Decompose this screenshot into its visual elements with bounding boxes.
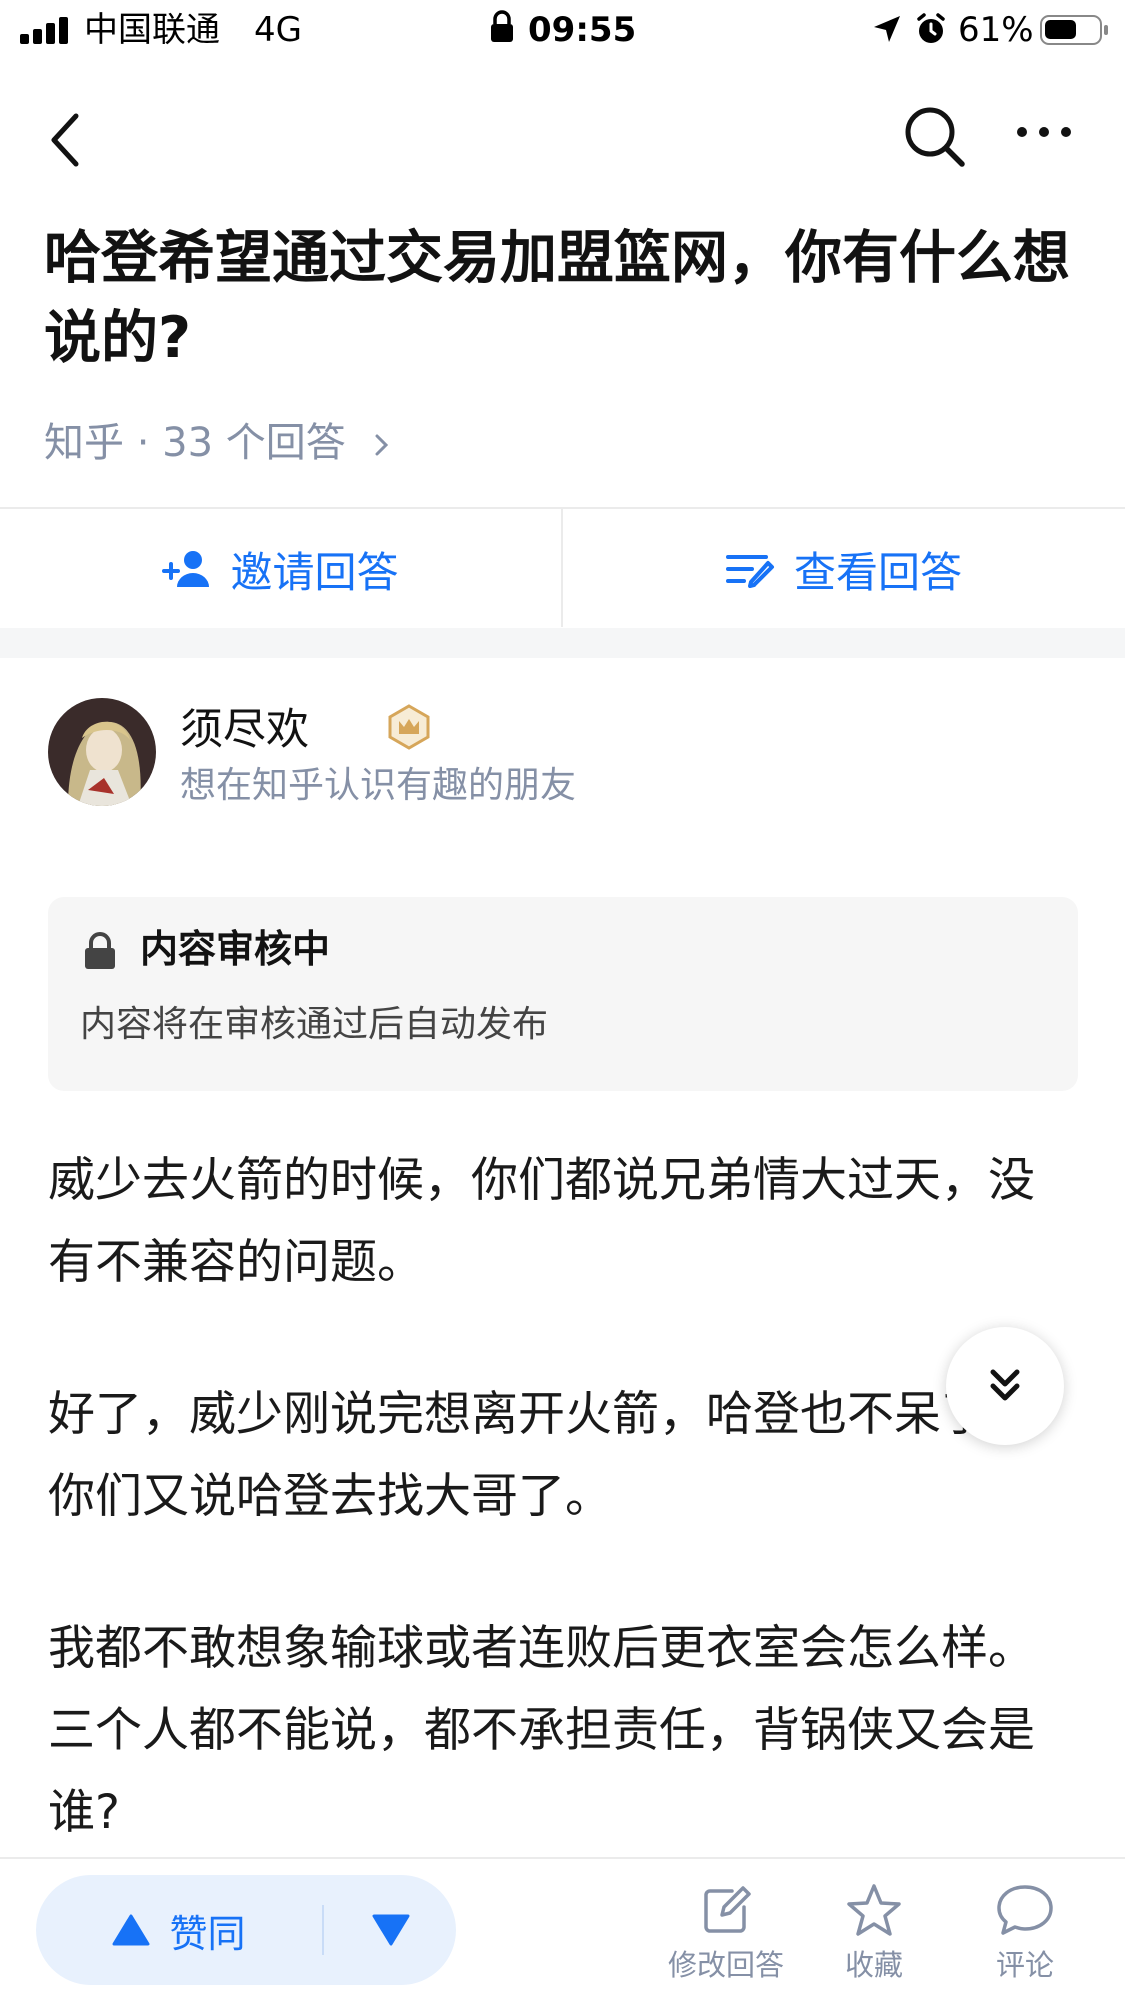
comment-button[interactable]: 评论 bbox=[955, 1883, 1095, 1993]
answer-body: 威少去火箭的时候，你们都说兄弟情大过天，没有不兼容的问题。 好了，威少刚说完想离… bbox=[48, 1140, 1068, 1924]
vote-control: 赞同 bbox=[36, 1875, 456, 1985]
upvote-button[interactable]: 赞同 bbox=[36, 1875, 321, 1985]
top-nav-bar bbox=[0, 62, 1125, 212]
view-answers-label: 查看回答 bbox=[793, 547, 962, 597]
answer-paragraph: 我都不敢想象输球或者连败后更衣室会怎么样。三个人都不能说，都不承担责任，背锅侠又… bbox=[48, 1621, 1035, 1840]
section-separator bbox=[0, 628, 1125, 658]
more-dots-icon[interactable] bbox=[1014, 124, 1074, 140]
review-notice: 内容审核中 内容将在审核通过后自动发布 bbox=[48, 897, 1078, 1091]
scroll-down-button[interactable] bbox=[946, 1327, 1064, 1445]
triangle-down-icon bbox=[372, 1914, 410, 1946]
edit-answer-button[interactable]: 修改回答 bbox=[656, 1883, 796, 1993]
edit-list-icon bbox=[725, 555, 774, 588]
author-row[interactable]: 须尽欢 想在知乎认识有趣的朋友 bbox=[48, 698, 1078, 808]
question-title[interactable]: 哈登希望通过交易加盟篮网，你有什么想说的? bbox=[44, 218, 1084, 378]
answer-paragraph: 威少去火箭的时候，你们都说兄弟情大过天，没有不兼容的问题。 bbox=[48, 1153, 1035, 1290]
comment-bubble-icon bbox=[997, 1885, 1053, 1935]
double-chevron-down-icon bbox=[990, 1369, 1020, 1401]
question-action-row: 邀请回答 查看回答 bbox=[0, 507, 1125, 629]
author-name[interactable]: 须尽欢 bbox=[180, 702, 309, 758]
avatar-image bbox=[48, 698, 156, 806]
invite-answer-label: 邀请回答 bbox=[230, 547, 399, 597]
downvote-button[interactable] bbox=[326, 1875, 456, 1985]
triangle-up-icon bbox=[112, 1914, 150, 1946]
review-title: 内容审核中 bbox=[140, 927, 331, 971]
back-chevron-icon[interactable] bbox=[44, 110, 84, 170]
status-bar: 中国联通 4G 09:55 61% bbox=[0, 0, 1125, 62]
location-arrow-icon bbox=[874, 16, 900, 42]
clock: 09:55 bbox=[528, 10, 637, 50]
upvote-label: 赞同 bbox=[169, 1911, 246, 1956]
crown-badge-icon bbox=[388, 704, 430, 750]
edit-answer-label: 修改回答 bbox=[667, 1948, 784, 1982]
review-description: 内容将在审核通过后自动发布 bbox=[80, 1004, 549, 1045]
search-icon[interactable] bbox=[902, 104, 968, 170]
comment-label: 评论 bbox=[995, 1948, 1054, 1982]
star-icon bbox=[847, 1884, 901, 1936]
chevron-right-icon bbox=[375, 434, 389, 456]
question-meta-link[interactable]: 知乎 · 33 个回答 bbox=[44, 413, 392, 473]
bottom-action-bar: 赞同 修改回答 收藏 评论 bbox=[0, 1857, 1125, 2003]
author-bio: 想在知乎认识有趣的朋友 bbox=[180, 765, 577, 806]
network-label: 4G bbox=[254, 10, 302, 50]
favorite-label: 收藏 bbox=[844, 1948, 903, 1982]
question-meta-text: 知乎 · 33 个回答 bbox=[44, 420, 346, 466]
vote-divider bbox=[322, 1905, 324, 1955]
view-answers-button[interactable]: 查看回答 bbox=[563, 509, 1125, 629]
signal-strength-icon bbox=[20, 16, 72, 44]
invite-answer-button[interactable]: 邀请回答 bbox=[0, 509, 561, 629]
carrier-label: 中国联通 bbox=[84, 10, 220, 50]
alarm-icon bbox=[917, 13, 945, 43]
lock-icon bbox=[85, 932, 115, 969]
answer-paragraph: 好了，威少刚说完想离开火箭，哈登也不呆了，你们又说哈登去找大哥了。 bbox=[48, 1387, 1035, 1524]
battery-icon bbox=[1040, 15, 1108, 45]
add-person-icon bbox=[162, 551, 210, 587]
edit-icon bbox=[704, 1886, 751, 1933]
lock-icon bbox=[491, 10, 513, 42]
battery-percent: 61% bbox=[958, 10, 1034, 50]
avatar[interactable] bbox=[48, 698, 156, 806]
favorite-button[interactable]: 收藏 bbox=[804, 1883, 944, 1993]
